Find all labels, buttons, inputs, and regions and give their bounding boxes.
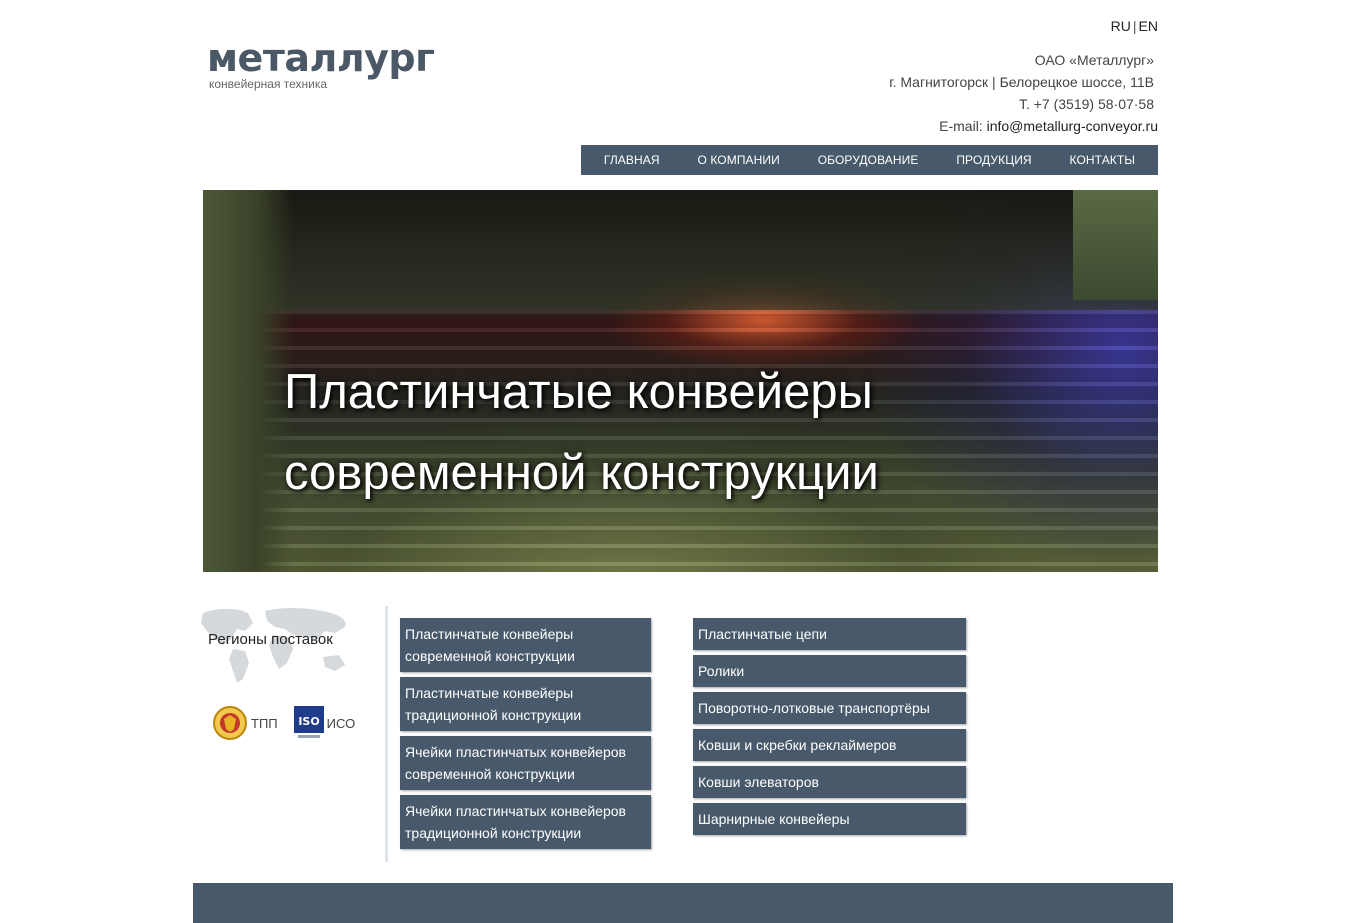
email-link[interactable]: info@metallurg-conveyor.ru [987,118,1158,134]
product-label: современной конструкции [405,648,575,664]
iso-logo-icon: ISO [293,706,324,738]
product-label: Ячейки пластинчатых конвейеров [405,803,626,819]
hero-photo-frame [203,190,293,572]
product-button[interactable]: Ковши элеваторов [693,766,966,798]
product-button[interactable]: Пластинчатые цепи [693,618,966,650]
footer-bar [193,883,1173,923]
company-email: E-mail: info@metallurg-conveyor.ru [780,115,1158,137]
nav-products[interactable]: ПРОДУКЦИЯ [956,153,1031,167]
product-label: Пластинчатые конвейеры [405,685,574,701]
product-button[interactable]: Поворотно-лотковые транспортёры [693,692,966,724]
product-button[interactable]: Ячейки пластинчатых конвейеров современн… [400,736,651,790]
certificates: ТПП ISO ИСО [212,705,371,741]
product-label: Пластинчатые конвейеры [405,626,574,642]
product-button[interactable]: Пластинчатые конвейеры современной конст… [400,618,651,672]
product-label: Ячейки пластинчатых конвейеров [405,744,626,760]
contact-block: ОАО «Металлург» г. Магнитогорск | Белоре… [780,49,1158,137]
cert-tpp-label: ТПП [251,715,278,731]
hero-photo-block [1073,190,1158,300]
svg-text:ISO: ISO [298,715,319,728]
product-button[interactable]: Пластинчатые конвейеры традиционной конс… [400,677,651,731]
cert-iso-label: ИСО [326,715,356,731]
hero-title-line1: Пластинчатые конвейеры [284,365,873,419]
tpp-emblem-icon [213,706,247,740]
product-button[interactable]: Ячейки пластинчатых конвейеров традицион… [400,795,651,849]
company-phone: Т. +7 (3519) 58·07·58 [1018,96,1154,112]
lang-ru-link[interactable]: RU [1111,18,1131,34]
language-switcher: RU | EN [1100,18,1158,34]
main-nav: ГЛАВНАЯ О КОМПАНИИ ОБОРУДОВАНИЕ ПРОДУКЦИ… [581,145,1158,175]
hero-title-line2: современной конструкции [284,446,879,500]
product-button[interactable]: Шарнирные конвейеры [693,803,966,835]
hero-photo-beam [203,190,1158,310]
site-logo[interactable]: металлург конвейерная техника [207,36,435,91]
nav-about[interactable]: О КОМПАНИИ [697,153,779,167]
product-label: традиционной конструкции [405,707,582,723]
regions-link[interactable]: Регионы поставок [193,605,353,685]
product-label: современной конструкции [405,766,575,782]
cert-iso[interactable]: ISO ИСО [293,706,356,740]
product-button[interactable]: Ковши и скребки реклаймеров [693,729,966,761]
column-divider [385,606,388,862]
hero-banner[interactable]: Пластинчатые конвейеры современной конст… [203,190,1158,572]
lang-separator: | [1132,18,1137,34]
product-button[interactable]: Ролики [693,655,966,687]
logo-title: металлург [207,36,435,80]
nav-equipment[interactable]: ОБОРУДОВАНИЕ [818,153,919,167]
product-label: традиционной конструкции [405,825,582,841]
email-label: E-mail: [939,118,983,134]
nav-home[interactable]: ГЛАВНАЯ [604,153,660,167]
cert-tpp[interactable]: ТПП [212,705,278,741]
company-name: ОАО «Металлург» [1034,52,1154,68]
hero-title: Пластинчатые конвейеры современной конст… [284,352,879,514]
company-address: г. Магнитогорск | Белорецкое шоссе, 11В [889,74,1154,90]
nav-contacts[interactable]: КОНТАКТЫ [1070,153,1136,167]
lang-en-link[interactable]: EN [1139,18,1158,34]
regions-label: Регионы поставок [208,631,333,648]
